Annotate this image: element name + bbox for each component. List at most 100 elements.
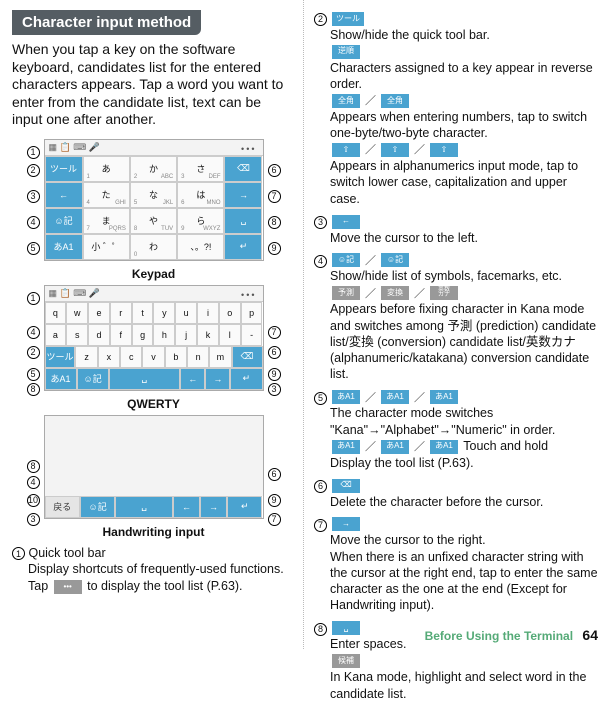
chip-mode2: あA1 bbox=[381, 390, 409, 404]
qwerty-key-o: o bbox=[219, 302, 241, 324]
footer-page: 64 bbox=[582, 627, 598, 643]
qwerty-key-p: p bbox=[241, 302, 263, 324]
toolbar-icons: ▦ 📋 ⌨ 🎤 bbox=[49, 288, 100, 299]
callout-3: 3 bbox=[27, 190, 40, 203]
i2-line2: Characters assigned to a key appear in r… bbox=[330, 61, 593, 91]
qwerty-key-u: u bbox=[175, 302, 197, 324]
i2-line3: Appears when entering numbers, tap to sw… bbox=[330, 110, 587, 140]
more-chip: ••• bbox=[54, 580, 82, 594]
callout-5: 5 bbox=[314, 392, 327, 405]
qwerty-key-n: n bbox=[187, 346, 209, 368]
qwerty-key-d: d bbox=[88, 324, 110, 346]
callout-8: 8 bbox=[314, 623, 327, 636]
qwerty-key-f: f bbox=[110, 324, 132, 346]
qwerty-label: QWERTY bbox=[127, 397, 180, 411]
chip-pred: 予測 bbox=[332, 286, 360, 300]
qwerty-right: → bbox=[205, 368, 230, 390]
keypad-enter: ↵ bbox=[224, 234, 262, 260]
callout-1: 1 bbox=[27, 292, 40, 305]
keypad-key-sa: さ3DEF bbox=[177, 156, 224, 182]
callout-6: 6 bbox=[268, 346, 281, 359]
chip-shift1: ⇧ bbox=[332, 143, 360, 157]
hand-back: 戻る bbox=[45, 496, 80, 518]
callout-7: 7 bbox=[314, 519, 327, 532]
callout-3: 3 bbox=[268, 383, 281, 396]
keypad-key-ma: ま7PQRS bbox=[83, 208, 130, 234]
hand-emoji: ☺記 bbox=[80, 496, 115, 518]
qwerty-key-a: a bbox=[45, 324, 67, 346]
i8-line1: Enter spaces. bbox=[330, 637, 406, 651]
toolbar-more-icon bbox=[241, 286, 256, 301]
i8-line2: In Kana mode, highlight and select word … bbox=[330, 670, 586, 700]
chip-right: → bbox=[332, 517, 360, 531]
i4-line2: Appears before fixing character in Kana … bbox=[330, 302, 596, 381]
keypad-key-ra: ら9WXYZ bbox=[177, 208, 224, 234]
callout-8: 8 bbox=[27, 460, 40, 473]
callout-1: 1 bbox=[12, 547, 25, 560]
chip-shift2: ⇧ bbox=[381, 143, 409, 157]
handwriting-diagram: 戻る ☺記 ␣ ← → ↵ 8 4 10 3 6 9 7 bbox=[44, 415, 264, 519]
callout-3: 3 bbox=[314, 216, 327, 229]
callout-9: 9 bbox=[268, 494, 281, 507]
qwerty-key-c: c bbox=[120, 346, 142, 368]
qwerty-key-i: i bbox=[197, 302, 219, 324]
callout-6: 6 bbox=[268, 468, 281, 481]
page-footer: Before Using the Terminal 64 bbox=[425, 627, 598, 643]
item-3: 3 ← Move the cursor to the left. bbox=[314, 213, 598, 246]
qwerty-key-r: r bbox=[110, 302, 132, 324]
chip-delete: ⌫ bbox=[332, 479, 360, 493]
callout-4: 4 bbox=[27, 216, 40, 229]
chip-mode1: あA1 bbox=[332, 390, 360, 404]
i3-line: Move the cursor to the left. bbox=[330, 231, 478, 245]
qwerty-key-b: b bbox=[165, 346, 187, 368]
callout-4: 4 bbox=[314, 255, 327, 268]
item-5: 5 あA1／あA1／あA1 The character mode switche… bbox=[314, 389, 598, 471]
qwerty-tool: ツール bbox=[45, 346, 76, 368]
qwerty-enter: ↵ bbox=[230, 368, 262, 390]
chip-conv: 変換 bbox=[381, 286, 409, 300]
i4-line1: Show/hide list of symbols, facemarks, et… bbox=[330, 269, 562, 283]
keypad-left: ← bbox=[45, 182, 83, 208]
i2-line1: Show/hide the quick tool bar. bbox=[330, 28, 490, 42]
i6-line: Delete the character before the cursor. bbox=[330, 495, 543, 509]
keypad-key-ya: や8TUV bbox=[130, 208, 177, 234]
item-4: 4 ☺記／☺記 Show/hide list of symbols, facem… bbox=[314, 252, 598, 383]
item-6: 6 ⌫ Delete the character before the curs… bbox=[314, 477, 598, 510]
hand-enter: ↵ bbox=[227, 496, 262, 518]
callout-9: 9 bbox=[268, 242, 281, 255]
keypad-diagram: ▦ 📋 ⌨ 🎤 ツール あ1 か2ABC さ3DEF ⌫ ← た4GHI な5J… bbox=[44, 139, 264, 261]
item-1-title: Quick tool bar bbox=[28, 546, 105, 560]
chip-candidate: 候補 bbox=[332, 654, 360, 668]
qwerty-key-e: e bbox=[88, 302, 110, 324]
callout-2: 2 bbox=[27, 346, 40, 359]
intro-text: When you tap a key on the software keybo… bbox=[12, 41, 295, 129]
chip-space: ␣ bbox=[332, 621, 360, 635]
callout-4: 4 bbox=[27, 326, 40, 339]
keypad-right: → bbox=[224, 182, 262, 208]
keypad-key-small: 小 ゛゜ bbox=[83, 234, 130, 260]
keypad-tool: ツール bbox=[45, 156, 83, 182]
keypad-label: Keypad bbox=[132, 267, 175, 281]
chip-shift3: ⇧ bbox=[430, 143, 458, 157]
keypad-key-wa: わ0 bbox=[130, 234, 177, 260]
qwerty-key-l: l bbox=[219, 324, 241, 346]
qwerty-key-m: m bbox=[209, 346, 231, 368]
chip-left: ← bbox=[332, 215, 360, 229]
chip-reverse: 逆順 bbox=[332, 45, 360, 59]
chip-kana: 英数 カナ bbox=[430, 286, 458, 300]
toolbar-more-icon bbox=[241, 140, 256, 155]
callout-4: 4 bbox=[27, 476, 40, 489]
qwerty-left: ← bbox=[180, 368, 205, 390]
keypad-space: ␣ bbox=[224, 208, 262, 234]
chip-emoji2: ☺記 bbox=[381, 253, 409, 267]
keypad-delete: ⌫ bbox=[224, 156, 262, 182]
keypad-key-a: あ1 bbox=[83, 156, 130, 182]
callout-7: 7 bbox=[268, 513, 281, 526]
keypad-key-na: な5JKL bbox=[130, 182, 177, 208]
qwerty-key--: - bbox=[241, 324, 263, 346]
toolbar-icons: ▦ 📋 ⌨ 🎤 bbox=[49, 142, 100, 153]
hand-space: ␣ bbox=[115, 496, 173, 518]
qwerty-key-z: z bbox=[75, 346, 97, 368]
keypad-key-ha: は6MNO bbox=[177, 182, 224, 208]
item-1: 1 Quick tool bar Display shortcuts of fr… bbox=[12, 545, 295, 596]
